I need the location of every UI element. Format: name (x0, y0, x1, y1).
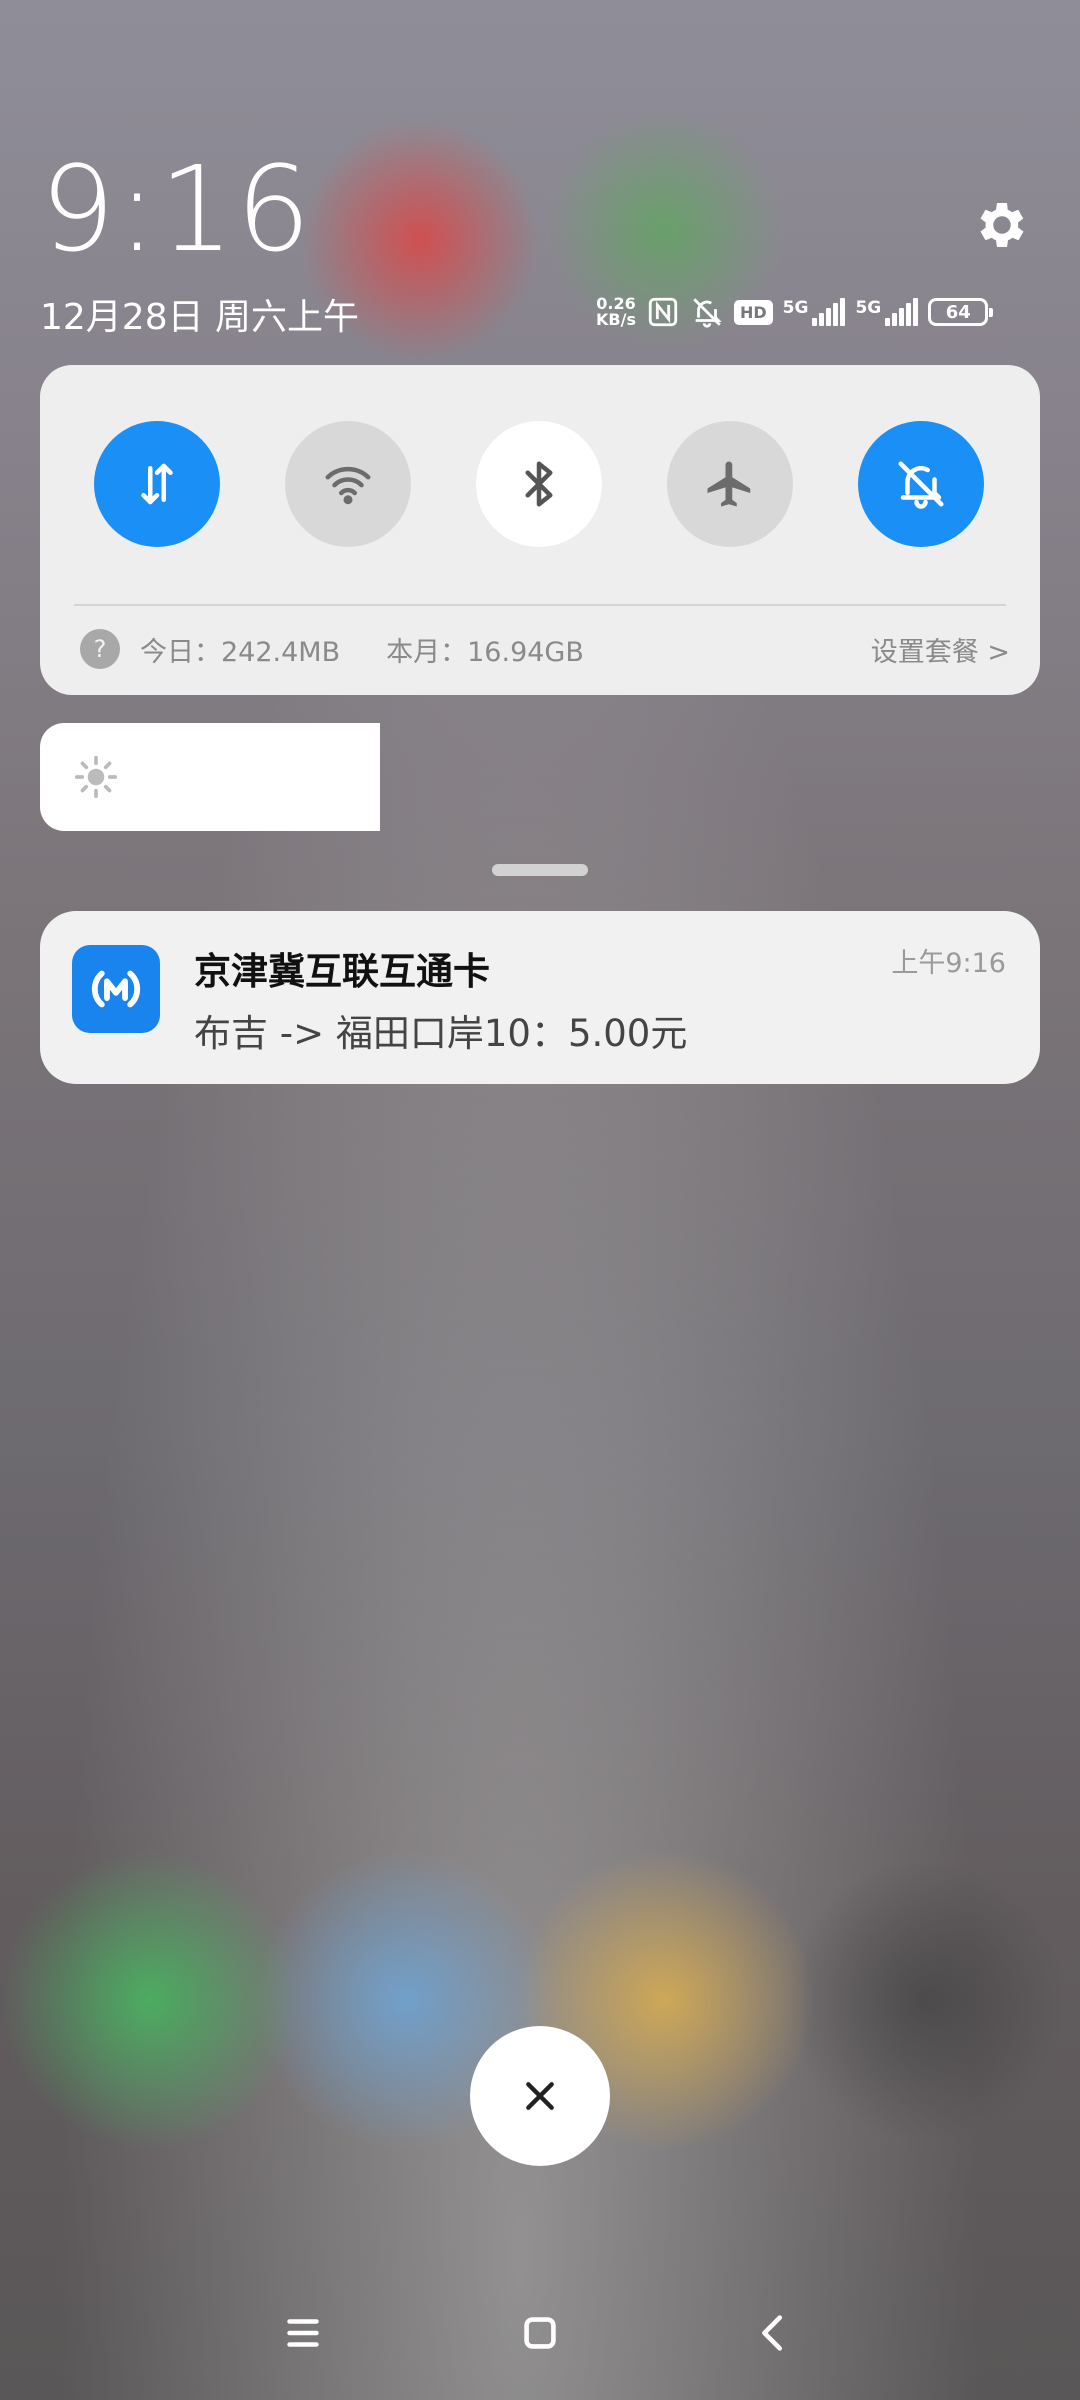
settings-gear-icon[interactable] (972, 195, 1032, 255)
back-chevron-icon (762, 2315, 783, 2351)
clear-notifications-button[interactable] (470, 2026, 610, 2166)
notification-card[interactable]: 京津冀互联互通卡 布吉 -> 福田口岸10：5.00元 上午9:16 (40, 911, 1040, 1084)
set-plan-link[interactable]: 设置套餐 > (871, 630, 1010, 669)
data-transfer-icon (141, 463, 173, 505)
nav-menu-button[interactable] (270, 2300, 336, 2366)
signal-sim1-icon: 5G (783, 298, 846, 326)
bluetooth-icon (525, 461, 553, 507)
usage-month: 本月：16.94GB (386, 636, 584, 668)
hd-voice-badge: HD (733, 299, 773, 325)
usage-today: 今日：242.4MB (140, 636, 341, 668)
network-speed: 0.26 KB/s (596, 294, 636, 329)
wifi-icon (325, 466, 371, 505)
status-bar-icons: 0.26 KB/s HD 5G 5G 64 (596, 290, 994, 334)
tile-silent-mode[interactable] (858, 421, 984, 547)
help-icon[interactable]: ? (80, 629, 120, 669)
clock[interactable]: 9:16 (40, 150, 313, 268)
brightness-slider[interactable] (40, 723, 380, 831)
tile-bluetooth[interactable] (476, 421, 602, 547)
notification-time: 上午9:16 (891, 948, 1006, 979)
tile-airplane-mode[interactable] (667, 421, 793, 547)
bell-off-icon (898, 461, 944, 509)
data-usage-row: ? 今日：242.4MB 本月：16.94GB 设置套餐 > (80, 627, 1010, 671)
qs-divider (74, 604, 1006, 606)
close-icon (526, 2082, 554, 2110)
brightness-sun-icon (74, 755, 118, 799)
notification-title: 京津冀互联互通卡 (194, 950, 490, 993)
nav-back-button[interactable] (741, 2300, 807, 2366)
quick-settings-panel: ? 今日：242.4MB 本月：16.94GB 设置套餐 > (40, 365, 1040, 695)
transit-card-app-icon (72, 945, 160, 1033)
home-square-icon (524, 2317, 556, 2349)
tile-mobile-data[interactable] (94, 421, 220, 547)
nav-home-button[interactable] (507, 2300, 573, 2366)
signal-sim2-icon: 5G (855, 298, 919, 326)
bell-off-status-icon (693, 298, 722, 328)
tile-wifi[interactable] (285, 421, 411, 547)
battery-icon: 64 (928, 298, 994, 326)
menu-icon (287, 2319, 319, 2347)
notification-body: 布吉 -> 福田口岸10：5.00元 (194, 1012, 688, 1055)
panel-drag-handle[interactable] (492, 864, 588, 876)
nfc-icon (648, 297, 678, 327)
date-label[interactable]: 12月28日 周六上午 (40, 288, 359, 340)
airplane-icon (707, 461, 751, 507)
